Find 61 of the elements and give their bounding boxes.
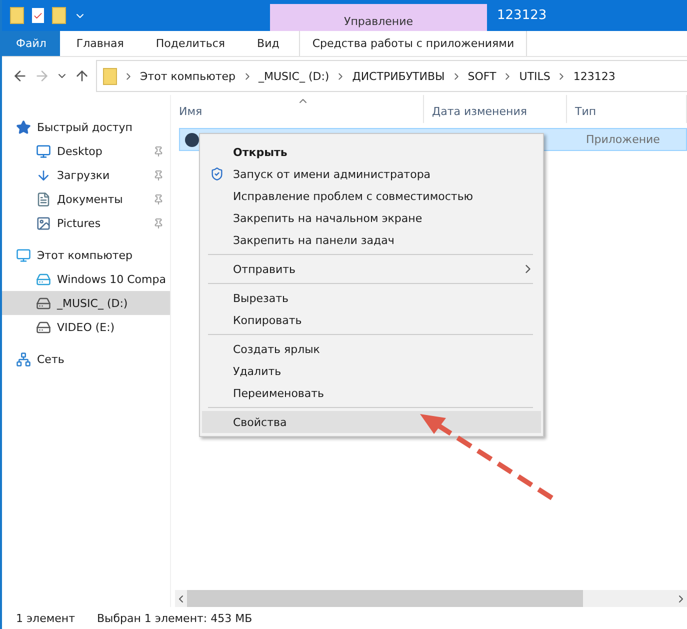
back-button[interactable] [12,68,28,84]
menu-item[interactable]: Запуск от имени администратора [202,163,541,185]
menu-item[interactable]: Переименовать [202,382,541,404]
column-header[interactable]: Тип [567,95,687,123]
up-button[interactable] [74,68,90,84]
menu-item[interactable]: Открыть [202,141,541,163]
sidebar-item[interactable]: Загрузки [2,163,170,187]
breadcrumb[interactable]: ДИСТРИБУТИВЫ [352,70,445,82]
menu-item[interactable]: Закрепить на начальном экране [202,207,541,229]
sidebar-item[interactable]: Этот компьютер [2,243,170,267]
menu-item[interactable]: Закрепить на панели задач [202,229,541,251]
window-title: 123123 [496,7,547,25]
computer-icon [16,248,31,262]
menu-item[interactable]: Удалить [202,360,541,382]
document-icon [36,192,51,206]
menu-item[interactable]: Создать ярлык [202,338,541,360]
horizontal-scrollbar[interactable] [175,590,687,607]
ribbon-tab[interactable]: Файл [2,31,60,56]
pin-icon [153,194,164,204]
menu-item[interactable]: Отправить [202,258,541,280]
system-drive-icon [36,272,51,286]
sidebar-item[interactable]: Pictures [2,211,170,235]
ribbon-tab[interactable]: Средства работы с приложениями [299,31,528,56]
menu-item[interactable]: Копировать [202,309,541,331]
network-icon [16,352,31,366]
sidebar-item[interactable]: Быстрый доступ [2,115,170,139]
breadcrumb[interactable]: SOFT [468,70,496,82]
breadcrumb[interactable]: 123123 [573,70,616,82]
file-type: Приложение [586,133,661,146]
menu-item[interactable]: Свойства [202,411,541,433]
shield-icon [210,167,224,181]
sidebar-item[interactable]: Desktop [2,139,170,163]
pin-icon [153,218,164,228]
properties-icon[interactable] [32,8,44,23]
item-count: 1 элемент [16,612,75,624]
pin-icon [153,170,164,180]
picture-icon [36,216,51,230]
sidebar-item[interactable]: Windows 10 Compa [2,267,170,291]
scroll-thumb[interactable] [187,590,583,607]
app-icon [185,132,199,146]
download-icon [36,168,51,182]
desktop-icon [36,144,51,158]
menu-item[interactable]: Вырезать [202,287,541,309]
address-bar[interactable]: Этот компьютер _MUSIC_ (D:) ДИСТРИБУТИВЫ SOFT UTILS 123123 [96,60,687,92]
star-icon [16,120,31,134]
selection-info: Выбран 1 элемент: 453 МБ [97,612,252,624]
breadcrumb[interactable]: Этот компьютер [140,70,236,82]
sidebar-item[interactable]: Сеть [2,347,170,371]
drive-icon [36,320,51,334]
sidebar-item[interactable]: _MUSIC_ (D:) [2,291,170,315]
breadcrumb[interactable]: UTILS [519,70,550,82]
folder-icon [103,68,117,84]
menu-item[interactable]: Исправление проблем с совместимостью [202,185,541,207]
pin-icon [153,146,164,156]
drive-icon [36,296,51,310]
contextual-tab-header: Управление [270,4,487,31]
sidebar-item[interactable]: Документы [2,187,170,211]
sidebar-item[interactable]: VIDEO (E:) [2,315,170,339]
column-header[interactable]: Имя [171,95,424,123]
breadcrumb[interactable]: _MUSIC_ (D:) [258,70,330,82]
column-header[interactable]: Дата изменения [424,95,567,123]
